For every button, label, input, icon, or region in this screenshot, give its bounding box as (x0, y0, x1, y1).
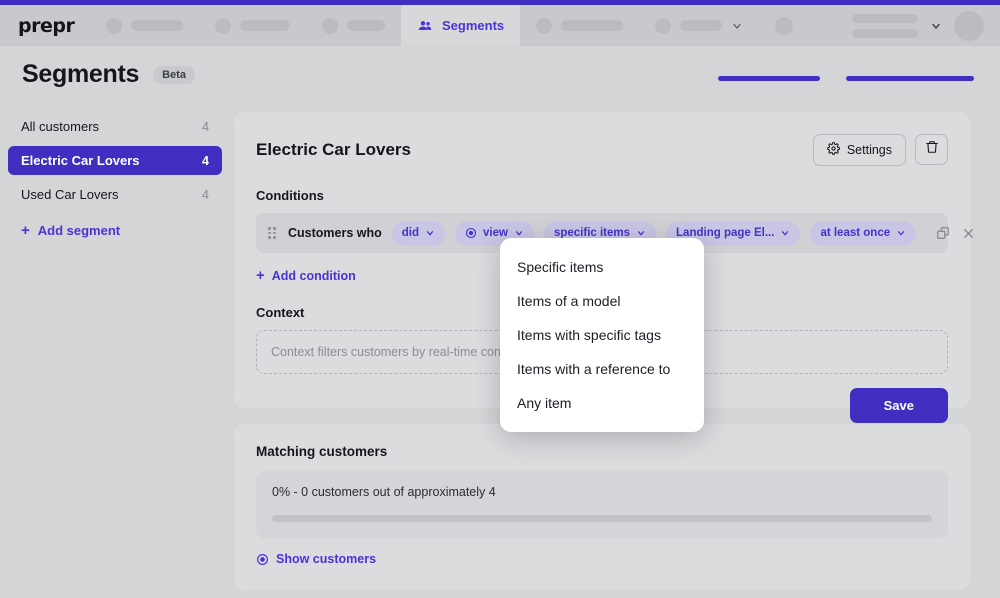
segment-editor-header: Electric Car Lovers Settings (256, 134, 948, 166)
sidebar-item-count: 4 (202, 187, 209, 202)
app-root: prepr Segments Segments Beta All custome… (0, 0, 1000, 598)
condition-pill-view-label: view (483, 227, 508, 239)
matching-customers-title: Matching customers (256, 444, 388, 459)
header-placeholder-bar-1[interactable] (718, 76, 820, 81)
segment-name: Electric Car Lovers (256, 140, 411, 159)
placeholder-icon (322, 17, 338, 34)
remove-condition-button[interactable] (962, 227, 975, 240)
account-name-placeholder (852, 13, 918, 38)
chevron-down-icon[interactable] (930, 20, 942, 32)
sidebar-item-label: Electric Car Lovers (21, 153, 140, 168)
nav-tab-placeholder-4[interactable] (520, 5, 639, 46)
chevron-down-icon (897, 231, 905, 236)
add-segment-button[interactable]: + Add segment (8, 215, 222, 246)
nav-tab-segments-label: Segments (442, 18, 505, 33)
placeholder-icon (775, 16, 794, 35)
eye-icon (465, 227, 477, 239)
matching-customers-body: Matching customers 0% - 0 customers out … (234, 424, 970, 566)
people-icon (417, 18, 433, 34)
nav-tab-placeholder-1[interactable] (90, 5, 199, 46)
nav-tab-placeholder-5[interactable] (639, 5, 759, 46)
matching-progress-bar (272, 515, 932, 522)
dropdown-item-items-with-a-reference-to[interactable]: Items with a reference to (500, 352, 704, 386)
sidebar-item-count: 4 (202, 153, 209, 168)
condition-pill-frequency[interactable]: at least once (810, 220, 917, 246)
segments-sidebar: All customers 4 Electric Car Lovers 4 Us… (8, 112, 222, 246)
nav-tab-placeholder-6[interactable] (759, 5, 809, 46)
placeholder-icon (106, 17, 122, 34)
condition-prefix-label: Customers who (288, 226, 382, 240)
plus-icon: + (21, 222, 30, 239)
settings-button-label: Settings (846, 143, 892, 157)
matching-customers-summary: 0% - 0 customers out of approximately 4 (272, 485, 496, 499)
condition-pill-did-label: did (401, 227, 420, 239)
sidebar-item-count: 4 (202, 119, 209, 134)
condition-pill-frequency-label: at least once (820, 227, 891, 239)
save-button[interactable]: Save (849, 388, 948, 423)
placeholder-label (561, 20, 624, 31)
condition-actions (936, 226, 975, 240)
beta-badge: Beta (153, 65, 195, 84)
eye-icon (257, 553, 268, 565)
placeholder-label (240, 20, 290, 31)
item-type-dropdown-menu: Specific items Items of a model Items wi… (500, 238, 704, 432)
header-action-placeholders (718, 76, 974, 81)
context-placeholder-text: Context filters customers by real-time c… (271, 345, 538, 359)
sidebar-item-label: Used Car Lovers (21, 187, 119, 202)
page-header: Segments Beta (22, 60, 195, 89)
placeholder-icon (536, 17, 553, 34)
conditions-label: Conditions (256, 188, 324, 203)
placeholder-line (852, 13, 918, 23)
duplicate-condition-button[interactable] (936, 226, 950, 240)
settings-button[interactable]: Settings (812, 134, 906, 166)
chevron-down-icon (731, 20, 743, 32)
app-logo[interactable]: prepr (0, 15, 90, 37)
matching-customers-panel: 0% - 0 customers out of approximately 4 (256, 471, 948, 538)
chevron-down-icon (515, 231, 523, 236)
placeholder-label (131, 20, 183, 31)
matching-customers-card: Matching customers 0% - 0 customers out … (234, 424, 970, 590)
sidebar-item-label: All customers (21, 119, 100, 134)
header-placeholder-bar-2[interactable] (846, 76, 974, 81)
placeholder-label (680, 20, 723, 31)
chevron-down-icon (426, 231, 434, 236)
show-customers-label: Show customers (276, 552, 377, 566)
chevron-down-icon (782, 231, 789, 236)
nav-tab-segments[interactable]: Segments (401, 5, 521, 46)
sidebar-item-used-car-lovers[interactable]: Used Car Lovers 4 (8, 180, 222, 209)
dropdown-item-specific-items[interactable]: Specific items (500, 250, 704, 284)
placeholder-icon (215, 17, 231, 34)
nav-tab-placeholder-3[interactable] (306, 5, 401, 46)
close-icon (964, 228, 974, 238)
condition-pill-did[interactable]: did (391, 220, 446, 246)
dropdown-item-items-of-a-model[interactable]: Items of a model (500, 284, 704, 318)
sidebar-item-electric-car-lovers[interactable]: Electric Car Lovers 4 (8, 146, 222, 175)
placeholder-line (852, 28, 918, 38)
placeholder-icon (655, 17, 672, 34)
delete-segment-button[interactable] (915, 134, 948, 165)
sidebar-item-all-customers[interactable]: All customers 4 (8, 112, 222, 141)
avatar[interactable] (954, 10, 984, 41)
chevron-down-icon (637, 231, 645, 236)
page-title: Segments (22, 60, 140, 88)
drag-handle-icon[interactable] (268, 227, 276, 239)
show-customers-button[interactable]: Show customers (256, 552, 948, 566)
nav-account-area[interactable] (852, 10, 1000, 41)
top-navigation-bar: prepr Segments (0, 5, 1000, 46)
plus-icon: + (256, 267, 265, 284)
copy-icon (937, 227, 949, 239)
trash-icon (925, 140, 939, 159)
gear-icon (826, 142, 840, 158)
dropdown-item-any-item[interactable]: Any item (500, 386, 704, 420)
nav-tab-placeholder-2[interactable] (199, 5, 306, 46)
dropdown-item-items-with-specific-tags[interactable]: Items with specific tags (500, 318, 704, 352)
placeholder-label (347, 20, 385, 31)
add-condition-label: Add condition (271, 268, 356, 283)
add-segment-label: Add segment (37, 223, 121, 238)
segment-header-actions: Settings (812, 134, 948, 166)
